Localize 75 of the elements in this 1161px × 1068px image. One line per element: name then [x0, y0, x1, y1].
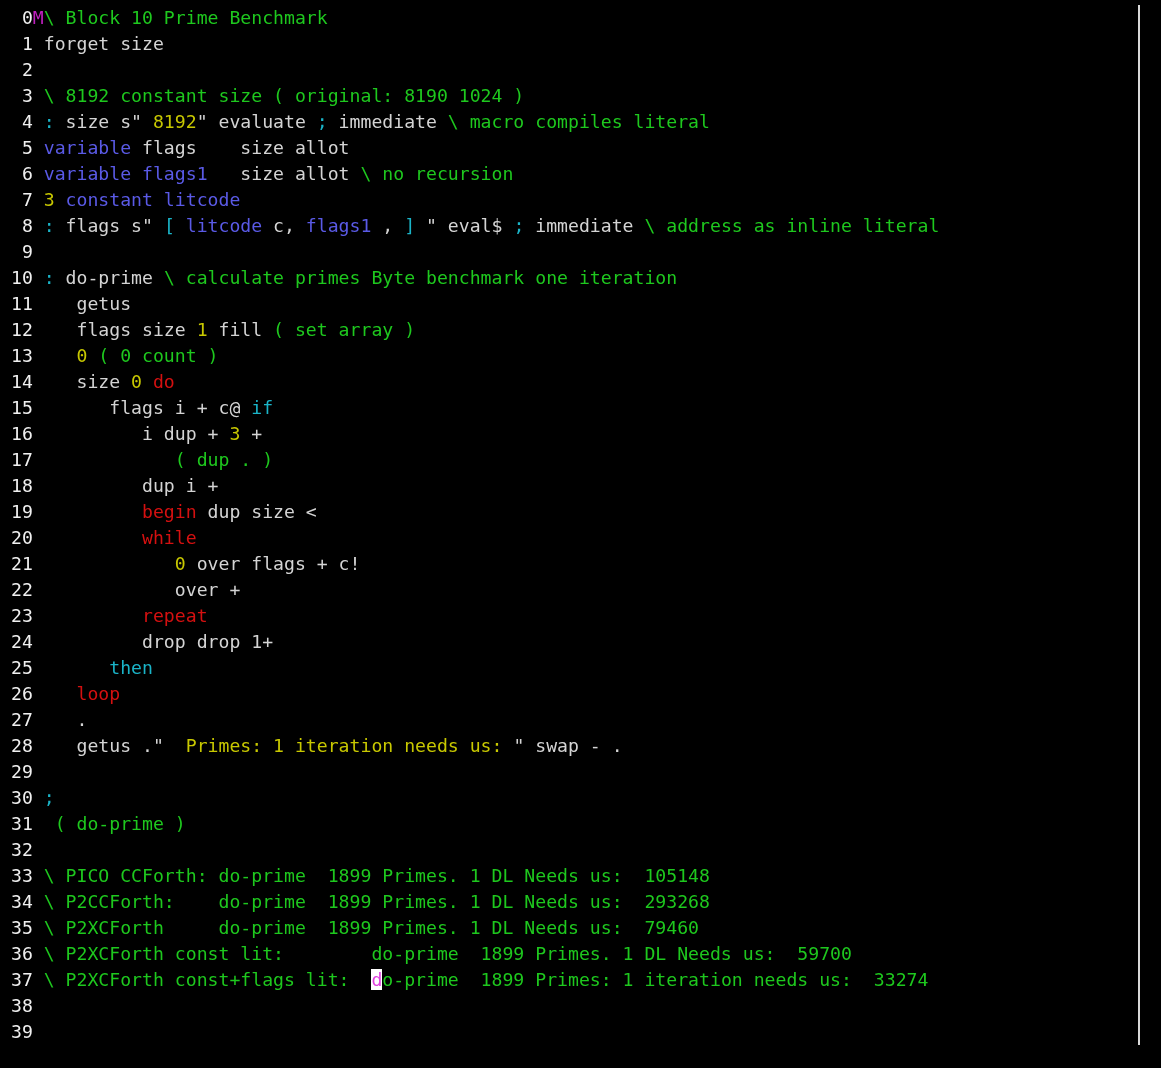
- code-line: getus: [75, 292, 132, 316]
- code-line: ( do-prime ): [53, 812, 186, 836]
- code-line: 3 constant litcode: [43, 188, 241, 212]
- code-line: size 0 do: [75, 370, 175, 394]
- code-line: dup i +: [141, 474, 219, 498]
- line-number: 18: [11, 474, 33, 498]
- line-number: 1: [20, 32, 33, 56]
- code-line: over +: [173, 578, 241, 602]
- code-line: \ P2XCForth do-prime 1899 Primes. 1 DL Needs us: 79460: [43, 916, 700, 940]
- line-number: 9: [20, 240, 33, 264]
- line-number: 10: [11, 266, 33, 290]
- line-number: 20: [11, 526, 33, 550]
- line-number: 5: [20, 136, 33, 160]
- code-line: then: [108, 656, 153, 680]
- line-number: 16: [11, 422, 33, 446]
- code-line: drop drop 1+: [141, 630, 274, 654]
- line-number: 34: [11, 890, 33, 914]
- code-line: \ P2CCForth: do-prime 1899 Primes. 1 DL Needs us: 293268: [43, 890, 710, 914]
- line-number: 3: [20, 84, 33, 108]
- line-number: 0: [20, 6, 33, 30]
- code-line: forget size: [43, 32, 164, 56]
- line-marker: M: [32, 7, 44, 28]
- line-number: 26: [11, 682, 33, 706]
- line-number: 39: [11, 1020, 33, 1044]
- code-line: begin dup size <: [141, 500, 317, 524]
- line-number: 4: [20, 110, 33, 134]
- code-line: flags size 1 fill ( set array ): [75, 318, 416, 342]
- code-line: flags i + c@ if: [108, 396, 274, 420]
- code-line: repeat: [141, 604, 208, 628]
- line-number: 29: [11, 760, 33, 784]
- line-number: 27: [11, 708, 33, 732]
- line-number: 7: [20, 188, 33, 212]
- code-line: \ P2XCForth const+flags lit: do-prime 1899 Primes: 1 iteration needs us: 33274: [43, 968, 929, 992]
- line-number: 8: [20, 214, 33, 238]
- code-line: ( dup . ): [173, 448, 274, 472]
- line-number: 15: [11, 396, 33, 420]
- line-number: 19: [11, 500, 33, 524]
- line-number: 23: [11, 604, 33, 628]
- line-number: 14: [11, 370, 33, 394]
- code-line: : do-prime \ calculate primes Byte benchmark one iteration: [43, 266, 678, 290]
- line-number: 6: [20, 162, 33, 186]
- line-number: 24: [11, 630, 33, 654]
- line-number: 12: [11, 318, 33, 342]
- code-line: : size s" 8192" evaluate ; immediate \ macro compiles literal: [43, 110, 710, 134]
- line-number: 2: [20, 58, 33, 82]
- line-number: 32: [11, 838, 33, 862]
- line-number: 37: [11, 968, 33, 992]
- line-number: 31: [11, 812, 33, 836]
- code-line: 0 ( 0 count ): [75, 344, 219, 368]
- code-line: 0 over flags + c!: [173, 552, 361, 576]
- line-number: 21: [11, 552, 33, 576]
- line-number: 17: [11, 448, 33, 472]
- line-number: 35: [11, 916, 33, 940]
- code-line: loop: [75, 682, 121, 706]
- code-line: ;: [43, 786, 55, 810]
- code-line: \ Block 10 Prime Benchmark: [43, 6, 328, 30]
- code-line: variable flags1 size allot \ no recursion: [43, 162, 514, 186]
- code-line: .: [75, 708, 88, 732]
- code-line: \ P2XCForth const lit: do-prime 1899 Primes. 1 DL Needs us: 59700: [43, 942, 852, 966]
- line-number: 33: [11, 864, 33, 888]
- code-line: getus ." Primes: 1 iteration needs us: " swap - .: [75, 734, 623, 758]
- line-number: 25: [11, 656, 33, 680]
- code-line: while: [141, 526, 197, 550]
- code-line: \ 8192 constant size ( original: 8190 1024 ): [43, 84, 525, 108]
- code-line: i dup + 3 +: [141, 422, 263, 446]
- code-line: variable flags size allot: [43, 136, 350, 160]
- line-number: 38: [11, 994, 33, 1018]
- line-number: 30: [11, 786, 33, 810]
- code-line: : flags s" [ litcode c, flags1 , ] " eval$ ; immediate \ address as inline literal: [43, 214, 940, 238]
- line-number: 28: [11, 734, 33, 758]
- code-line: \ PICO CCForth: do-prime 1899 Primes. 1 DL Needs us: 105148: [43, 864, 710, 888]
- line-number: 11: [11, 292, 33, 316]
- line-number: 36: [11, 942, 33, 966]
- line-number: 13: [11, 344, 33, 368]
- line-number: 22: [11, 578, 33, 602]
